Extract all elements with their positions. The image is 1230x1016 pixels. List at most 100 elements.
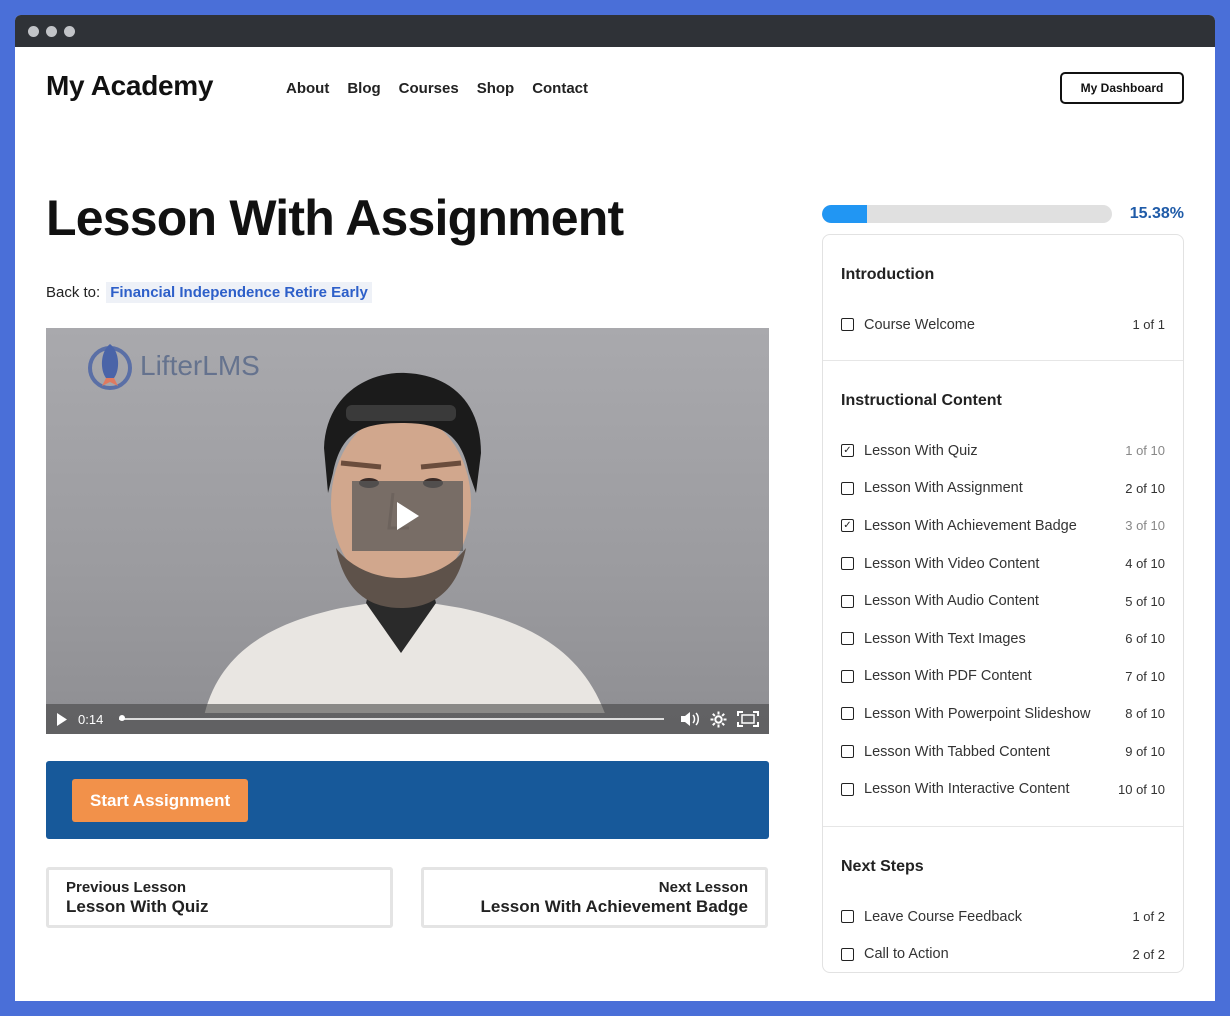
main-nav: About Blog Courses Shop Contact: [286, 80, 588, 97]
browser-window: My Academy About Blog Courses Shop Conta…: [15, 15, 1215, 1001]
outline-section: Instructional Content ✓ Lesson With Quiz 1 …: [823, 361, 1183, 827]
video-play-button[interactable]: [56, 712, 68, 726]
window-control-minimize[interactable]: [46, 25, 57, 37]
checkbox-icon: [841, 557, 854, 571]
video-player[interactable]: LifterLMS 0:14: [46, 328, 769, 734]
window-control-maximize[interactable]: [64, 25, 75, 37]
gear-icon: [710, 711, 727, 727]
video-controls: 0:14: [46, 704, 769, 734]
outline-lesson-name: Lesson With Achievement Badge: [864, 517, 1077, 534]
back-course-link[interactable]: Financial Independence Retire Early: [106, 282, 372, 303]
checkbox-icon: [841, 481, 854, 495]
checkbox-icon: [841, 318, 854, 332]
outline-lesson-count: 2 of 2: [1132, 946, 1165, 962]
outline-lesson-count: 1 of 1: [1132, 317, 1165, 333]
checkbox-icon: [841, 947, 854, 961]
outline-lesson-count: 7 of 10: [1125, 668, 1165, 684]
checkbox-icon: [841, 669, 854, 683]
outline-lesson-item[interactable]: Lesson With Text Images 6 of 10: [841, 620, 1165, 658]
outline-lesson-count: 2 of 10: [1125, 480, 1165, 496]
video-progress-knob[interactable]: [119, 715, 126, 721]
outline-lesson-count: 10 of 10: [1118, 781, 1165, 797]
window-titlebar: [15, 15, 1215, 47]
outline-lesson-item[interactable]: Lesson With Video Content 4 of 10: [841, 545, 1165, 583]
outline-lesson-item[interactable]: ✓ Lesson With Quiz 1 of 10: [841, 432, 1165, 470]
volume-icon: [681, 712, 699, 726]
outline-lesson-item[interactable]: Lesson With Assignment 2 of 10: [841, 470, 1165, 508]
outline-lesson-count: 9 of 10: [1125, 744, 1165, 760]
checkbox-icon: [841, 632, 854, 646]
window-control-close[interactable]: [28, 25, 39, 37]
outline-lesson-count: 1 of 2: [1132, 909, 1165, 925]
nav-courses[interactable]: Courses: [399, 80, 459, 97]
outline-lesson-count: 6 of 10: [1125, 631, 1165, 647]
page: My Academy About Blog Courses Shop Conta…: [15, 47, 1215, 1001]
assignment-bar: Start Assignment: [46, 761, 769, 839]
outline-lesson-item[interactable]: Course Welcome 1 of 1: [841, 306, 1165, 344]
outline-lesson-item[interactable]: Lesson With Audio Content 5 of 10: [841, 582, 1165, 620]
fullscreen-button[interactable]: [737, 711, 759, 727]
course-progress-percent: 15.38%: [1129, 205, 1184, 222]
video-time: 0:14: [78, 711, 104, 727]
nav-contact[interactable]: Contact: [532, 80, 588, 97]
outline-lesson-count: 1 of 10: [1125, 443, 1165, 459]
back-label: Back to:: [46, 284, 101, 301]
fullscreen-icon: [737, 711, 759, 727]
outline-lesson-count: 8 of 10: [1125, 706, 1165, 722]
checked-box-icon: ✓: [841, 519, 854, 533]
nav-about[interactable]: About: [286, 80, 329, 97]
outline-section-title: Next Steps: [841, 858, 924, 875]
outline-section: Next Steps Leave Course Feedback 1 of 2 Cal…: [823, 827, 1183, 972]
settings-button[interactable]: [710, 711, 727, 728]
outline-lesson-item[interactable]: Leave Course Feedback 1 of 2: [841, 898, 1165, 936]
video-progress-slider[interactable]: [119, 715, 664, 721]
outline-lesson-name: Lesson With PDF Content: [864, 668, 1032, 685]
rocket-icon: [88, 344, 132, 390]
video-brand-logo: LifterLMS: [86, 340, 260, 392]
outline-lesson-name: Lesson With Tabbed Content: [864, 743, 1050, 760]
play-icon: [396, 502, 419, 530]
course-progress-bar: [822, 205, 1112, 223]
video-brand-text: LifterLMS: [140, 350, 260, 381]
outline-lesson-count: 4 of 10: [1125, 556, 1165, 572]
outline-lesson-count: 5 of 10: [1125, 593, 1165, 609]
checkbox-icon: [841, 594, 854, 608]
outline-lesson-name: Lesson With Quiz: [864, 442, 978, 459]
checked-box-icon: ✓: [841, 444, 854, 458]
outline-lesson-name: Lesson With Powerpoint Slideshow: [864, 705, 1091, 722]
breadcrumb: Back to: Financial Independence Retire E…: [46, 282, 372, 303]
next-lesson-name: Lesson With Achievement Badge: [480, 897, 749, 916]
outline-lesson-name: Lesson With Audio Content: [864, 593, 1039, 610]
play-icon: [57, 712, 67, 726]
previous-lesson-link[interactable]: Previous Lesson Lesson With Quiz: [46, 867, 393, 928]
next-lesson-label: Next Lesson: [658, 879, 748, 896]
video-play-overlay-button[interactable]: [352, 481, 463, 551]
previous-lesson-name: Lesson With Quiz: [66, 897, 209, 916]
outline-lesson-item[interactable]: Lesson With Interactive Content 10 of 10: [841, 770, 1165, 808]
checkbox-icon: [841, 782, 854, 796]
outline-section-title: Instructional Content: [841, 392, 1002, 409]
outline-lesson-name: Leave Course Feedback: [864, 908, 1022, 925]
nav-blog[interactable]: Blog: [347, 80, 380, 97]
previous-lesson-label: Previous Lesson: [66, 879, 187, 896]
outline-lesson-name: Lesson With Interactive Content: [864, 781, 1070, 798]
outline-lesson-item[interactable]: Call to Action 2 of 2: [841, 936, 1165, 974]
site-logo[interactable]: My Academy: [46, 70, 213, 102]
outline-lesson-name: Call to Action: [864, 946, 949, 963]
outline-lesson-item[interactable]: Lesson With PDF Content 7 of 10: [841, 658, 1165, 696]
outline-lesson-item[interactable]: ✓ Lesson With Achievement Badge 3 of 10: [841, 507, 1165, 545]
my-dashboard-button[interactable]: My Dashboard: [1060, 72, 1184, 104]
volume-button[interactable]: [680, 712, 700, 726]
outline-lesson-name: Lesson With Video Content: [864, 555, 1040, 572]
outline-lesson-name: Lesson With Assignment: [864, 480, 1023, 497]
next-lesson-link[interactable]: Next Lesson Lesson With Achievement Badg…: [421, 867, 768, 928]
outline-lesson-count: 3 of 10: [1125, 518, 1165, 534]
course-outline: Introduction Course Welcome 1 of 1 Instruct…: [822, 234, 1184, 973]
start-assignment-button[interactable]: Start Assignment: [72, 779, 249, 822]
outline-lesson-item[interactable]: Lesson With Tabbed Content 9 of 10: [841, 733, 1165, 771]
page-title: Lesson With Assignment: [46, 190, 624, 246]
outline-lesson-item[interactable]: Lesson With Powerpoint Slideshow 8 of 10: [841, 695, 1165, 733]
outline-section: Introduction Course Welcome 1 of 1: [823, 235, 1183, 361]
nav-shop[interactable]: Shop: [477, 80, 515, 97]
checkbox-icon: [841, 910, 854, 924]
